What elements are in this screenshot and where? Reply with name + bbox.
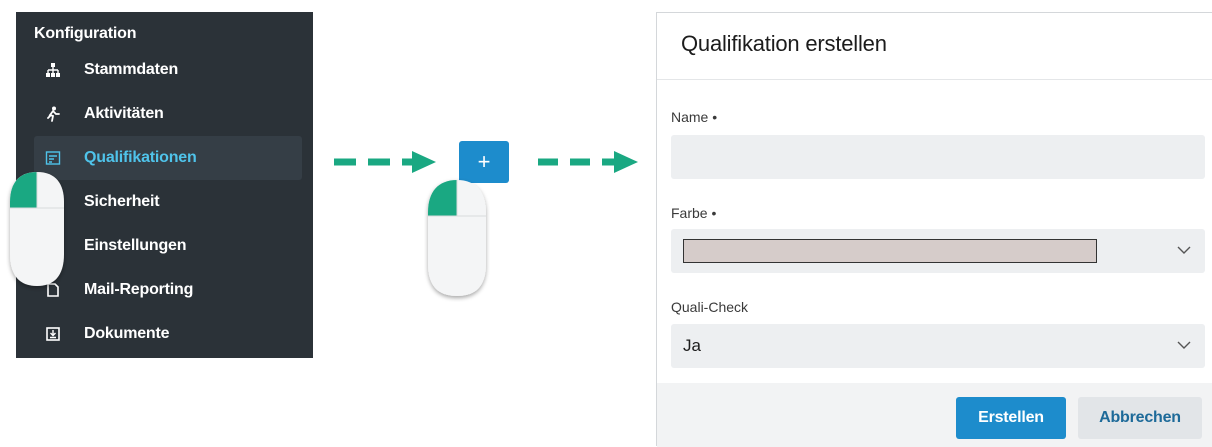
create-button[interactable]: Erstellen	[956, 397, 1066, 439]
mouse-click-icon	[428, 180, 486, 296]
sidebar-item-label: Dokumente	[84, 325, 170, 342]
sidebar-item-mail-reporting[interactable]: Mail-Reporting	[34, 268, 302, 312]
arrow-right-icon	[538, 151, 638, 173]
document-icon	[44, 325, 62, 343]
name-input[interactable]	[671, 135, 1205, 179]
chevron-down-icon	[1177, 246, 1191, 254]
sidebar-item-dokumente[interactable]: Dokumente	[34, 312, 302, 356]
dialog-title: Qualifikation erstellen	[681, 31, 887, 56]
sidebar-item-label: Aktivitäten	[84, 105, 164, 122]
divider	[657, 79, 1212, 80]
sidebar-item-einstellungen[interactable]: Einstellungen	[34, 224, 302, 268]
sidebar-item-aktivitaeten[interactable]: Aktivitäten	[34, 92, 302, 136]
quali-check-select[interactable]: Ja	[671, 324, 1205, 368]
mouse-click-icon	[10, 172, 64, 286]
dialog-footer: Erstellen Abbrechen	[657, 383, 1212, 447]
activity-icon	[44, 105, 62, 123]
arrow-right-icon	[334, 151, 436, 173]
sidebar-item-label: Qualifikationen	[84, 149, 197, 166]
color-label: Farbe •	[671, 205, 717, 221]
create-qualification-dialog: Qualifikation erstellen Name • Farbe • Q…	[656, 12, 1212, 447]
cancel-button[interactable]: Abbrechen	[1078, 397, 1202, 439]
sidebar-item-label: Mail-Reporting	[84, 281, 194, 298]
sidebar-item-label: Einstellungen	[84, 237, 187, 254]
sidebar-item-qualifikationen[interactable]: Qualifikationen	[34, 136, 302, 180]
name-label: Name •	[671, 109, 718, 125]
sidebar-item-label: Sicherheit	[84, 193, 160, 210]
sidebar-item-stammdaten[interactable]: Stammdaten	[34, 48, 302, 92]
sidebar-title: Konfiguration	[34, 25, 137, 42]
quali-check-label: Quali-Check	[671, 299, 749, 315]
chevron-down-icon	[1177, 341, 1191, 349]
qualification-icon	[44, 149, 62, 167]
quali-check-value: Ja	[683, 336, 701, 355]
color-swatch	[683, 239, 1097, 263]
color-select[interactable]	[671, 229, 1205, 273]
sidebar-item-sicherheit[interactable]: Sicherheit	[34, 180, 302, 224]
sitemap-icon	[44, 61, 62, 79]
sidebar-item-label: Stammdaten	[84, 61, 179, 78]
